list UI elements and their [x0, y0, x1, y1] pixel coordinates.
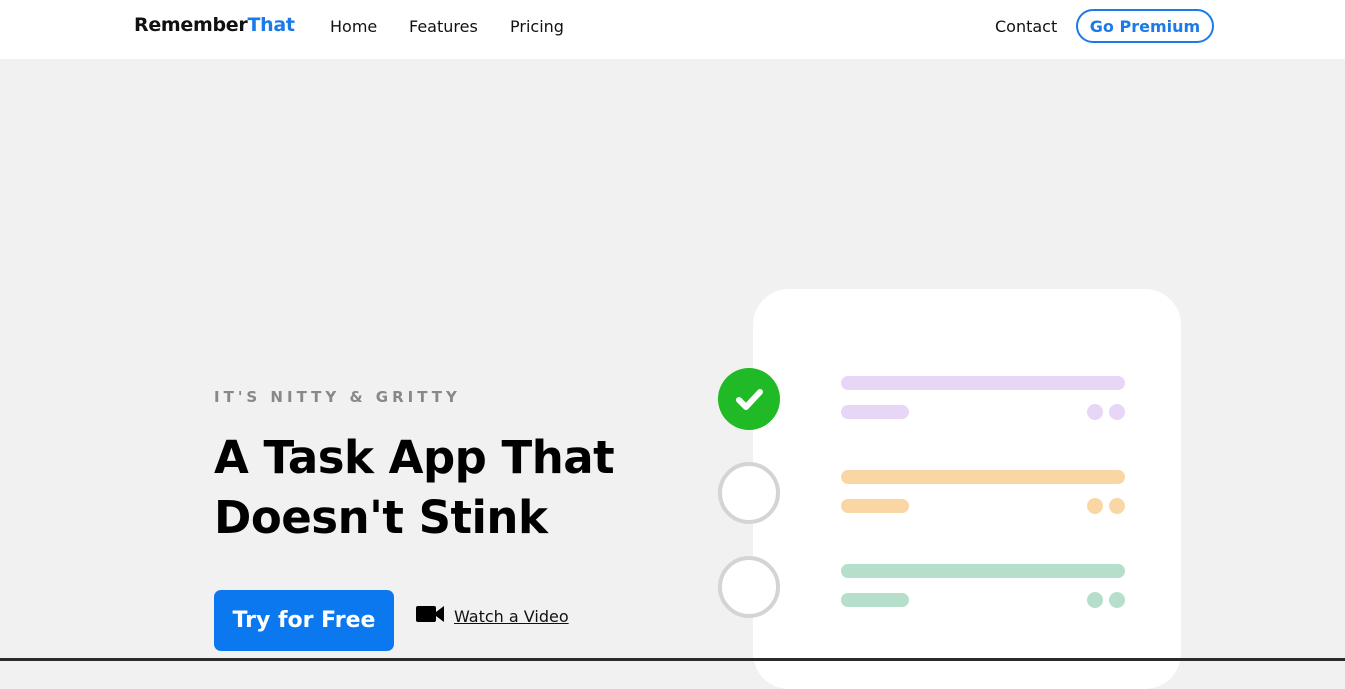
watch-video-link[interactable]: Watch a Video — [416, 604, 569, 628]
hero-headline: A Task App That Doesn't Stink — [214, 428, 644, 548]
brand-part-1: Remember — [134, 14, 248, 36]
task-1-dot — [1109, 404, 1125, 420]
nav-features-link[interactable]: Features — [409, 17, 478, 36]
hero-headline-line-1: A Task App That — [214, 431, 615, 484]
brand-logo[interactable]: RememberThat — [134, 14, 295, 36]
checkmark-icon — [736, 389, 763, 410]
task-todo-circle — [718, 556, 780, 618]
hero-eyebrow: IT'S NITTY & GRITTY — [214, 388, 461, 406]
watch-video-label: Watch a Video — [454, 606, 569, 626]
go-premium-button[interactable]: Go Premium — [1076, 9, 1214, 43]
try-for-free-button[interactable]: Try for Free — [214, 590, 394, 651]
task-2-title-bar — [841, 470, 1125, 484]
task-3-title-bar — [841, 564, 1125, 578]
task-1-title-bar — [841, 376, 1125, 390]
task-2-dot — [1087, 498, 1103, 514]
task-card-illustration — [753, 289, 1181, 689]
nav-home-link[interactable]: Home — [330, 17, 377, 36]
task-3-dot — [1109, 592, 1125, 608]
brand-part-2: That — [247, 14, 295, 36]
task-2-meta-bar — [841, 499, 909, 513]
video-camera-icon — [416, 604, 446, 628]
task-1-dot — [1087, 404, 1103, 420]
nav-contact-link[interactable]: Contact — [995, 17, 1057, 36]
task-3-meta-bar — [841, 593, 909, 607]
top-nav: RememberThat Home Features Pricing Conta… — [0, 0, 1345, 59]
task-1-meta-bar — [841, 405, 909, 419]
task-2-dot — [1109, 498, 1125, 514]
task-done-circle — [718, 368, 780, 430]
hero-headline-line-2: Doesn't Stink — [214, 491, 548, 544]
task-3-dot — [1087, 592, 1103, 608]
nav-pricing-link[interactable]: Pricing — [510, 17, 564, 36]
task-todo-circle — [718, 462, 780, 524]
